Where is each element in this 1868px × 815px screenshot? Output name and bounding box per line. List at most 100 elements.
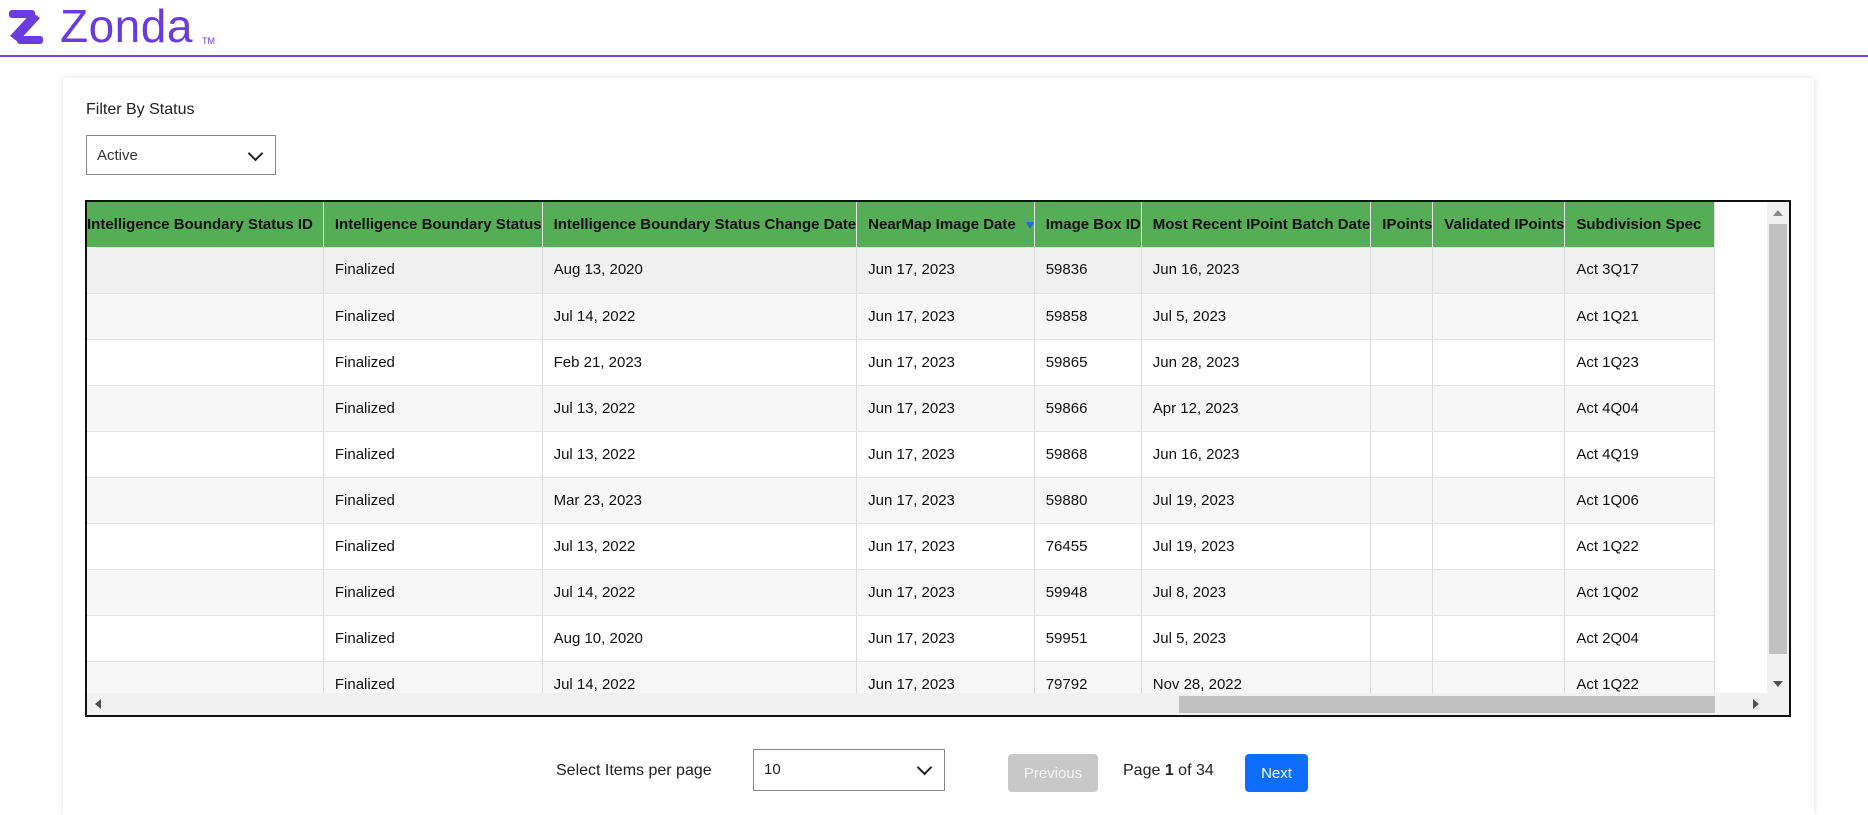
table-cell: Jul 5, 2023 [1141,615,1372,662]
table-row[interactable]: Finalized Feb 21, 2023 Jun 17, 2023 59865 Ju… [87,339,1716,386]
brand-name: Zonda [60,0,193,52]
page-prefix: Page [1123,762,1165,779]
table-cell: Jun 17, 2023 [856,431,1035,478]
previous-page-button[interactable]: Previous [1008,754,1098,792]
table-cell: Jun 16, 2023 [1141,247,1372,294]
table-cell: Jul 19, 2023 [1141,477,1372,524]
table-cell [1370,523,1434,570]
table-cell: Jul 13, 2022 [542,523,858,570]
table-row[interactable]: Finalized Jul 14, 2022 Jun 17, 2023 59858 Ju… [87,293,1716,340]
table-viewport: Intelligence Boundary Status ID Intellige… [87,202,1769,695]
table-cell [1432,247,1566,294]
table-cell: Jun 17, 2023 [856,247,1035,294]
table-cell [87,615,324,662]
horizontal-scroll-thumb[interactable] [1179,696,1715,713]
table-cell [1370,385,1434,432]
table-cell: 59868 [1034,431,1142,478]
column-header[interactable]: Validated IPoints [1432,202,1566,247]
scroll-up-icon[interactable] [1773,210,1783,216]
table-cell: Aug 10, 2020 [542,615,858,662]
vertical-scrollbar[interactable] [1767,202,1789,695]
items-per-page-select[interactable]: 10 [753,749,945,791]
table-header-row: Intelligence Boundary Status ID Intellige… [87,202,1716,247]
column-header[interactable]: Most Recent IPoint Batch Date [1141,202,1372,247]
table-cell: 59880 [1034,477,1142,524]
table-cell [1370,615,1434,662]
table-cell: Act 1Q22 [1564,523,1716,570]
table-row[interactable]: Finalized Aug 13, 2020 Jun 17, 2023 59836 Ju… [87,247,1716,294]
scrollbar-corner [1767,693,1789,715]
table-body: Finalized Aug 13, 2020 Jun 17, 2023 59836 Ju… [87,247,1716,695]
table-cell: Apr 12, 2023 [1141,385,1372,432]
table-cell: Jun 17, 2023 [856,661,1035,695]
column-header-label: Intelligence Boundary Status [334,216,542,233]
table-row[interactable]: Finalized Jul 13, 2022 Jun 17, 2023 59868 Ju… [87,431,1716,478]
table-cell: Act 3Q17 [1564,247,1716,294]
column-header[interactable]: Image Box ID [1034,202,1142,247]
table-cell: Finalized [323,293,543,340]
items-per-page-value: 10 [764,761,781,778]
table-cell [87,523,324,570]
table-cell: Jul 8, 2023 [1141,569,1372,616]
table-cell [1432,293,1566,340]
column-header[interactable]: IPoints [1370,202,1434,247]
table-cell [1370,431,1434,478]
table-cell [87,339,324,386]
column-header-label: NearMap Image Date [868,216,1016,233]
table-cell: Act 1Q06 [1564,477,1716,524]
scroll-down-icon[interactable] [1773,681,1783,687]
table-cell: 59865 [1034,339,1142,386]
vertical-scroll-thumb[interactable] [1769,224,1787,654]
scroll-left-icon[interactable] [95,699,101,709]
table-cell [87,661,324,695]
table-cell: Finalized [323,247,543,294]
sort-desc-icon[interactable] [1025,221,1034,229]
table-cell: Jul 5, 2023 [1141,293,1372,340]
table-cell: Jul 14, 2022 [542,293,858,340]
column-header[interactable]: NearMap Image Date [856,202,1035,247]
table-row[interactable]: Finalized Jul 13, 2022 Jun 17, 2023 59866 Ap… [87,385,1716,432]
column-header[interactable]: Intelligence Boundary Status Change Date [542,202,858,247]
brand-trademark: TM [202,36,215,46]
column-header-label: Image Box ID [1045,216,1141,233]
table-cell [1432,477,1566,524]
column-header[interactable]: Intelligence Boundary Status [323,202,543,247]
column-header-label: Intelligence Boundary Status Change Date [553,216,857,233]
table-cell [87,477,324,524]
table-row[interactable]: Finalized Jul 14, 2022 Jun 17, 2023 59948 Ju… [87,569,1716,616]
table-cell: 76455 [1034,523,1142,570]
chevron-down-icon [247,145,264,162]
table-row[interactable]: Finalized Jul 14, 2022 Jun 17, 2023 79792 No… [87,661,1716,695]
table-cell: Jun 17, 2023 [856,615,1035,662]
table-cell [1432,523,1566,570]
table-cell: Finalized [323,477,543,524]
table-cell: Finalized [323,523,543,570]
table-cell [1432,385,1566,432]
table-row[interactable]: Finalized Jul 13, 2022 Jun 17, 2023 76455 Ju… [87,523,1716,570]
items-per-page-label: Select Items per page [556,762,712,779]
table-cell: Jul 13, 2022 [542,431,858,478]
horizontal-scrollbar[interactable] [87,693,1789,715]
table-cell: 59866 [1034,385,1142,432]
table-cell [1432,339,1566,386]
table-cell [87,293,324,340]
column-header[interactable]: Subdivision Spec [1564,202,1716,247]
column-header-label: Most Recent IPoint Batch Date [1152,216,1371,233]
chevron-down-icon [916,759,933,776]
table-cell: Act 1Q21 [1564,293,1716,340]
table-cell: Jun 17, 2023 [856,293,1035,340]
table-cell: Nov 28, 2022 [1141,661,1372,695]
table-row[interactable]: Finalized Aug 10, 2020 Jun 17, 2023 59951 Ju… [87,615,1716,662]
table-cell: Finalized [323,385,543,432]
next-page-button[interactable]: Next [1245,754,1308,792]
column-header-label: Validated IPoints [1444,216,1565,233]
table-cell: Finalized [323,431,543,478]
table-cell [1370,477,1434,524]
column-header[interactable]: Intelligence Boundary Status ID [87,202,324,247]
scroll-right-icon[interactable] [1753,699,1759,709]
table-cell: Jul 19, 2023 [1141,523,1372,570]
table-cell: Finalized [323,661,543,695]
table-row[interactable]: Finalized Mar 23, 2023 Jun 17, 2023 59880 Ju… [87,477,1716,524]
status-filter-select[interactable]: Active [86,135,276,175]
table-cell: Act 2Q04 [1564,615,1716,662]
